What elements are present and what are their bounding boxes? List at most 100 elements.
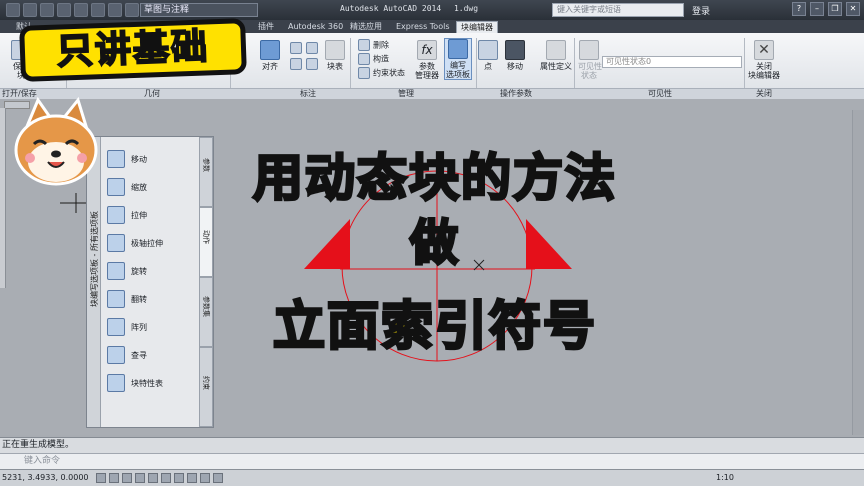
attribute-definition-button[interactable]: 属性定义: [538, 40, 574, 71]
delete-button[interactable]: 删除: [358, 39, 389, 52]
status-bar: 5231, 3.4933, 0.0000 1:10: [0, 469, 864, 486]
visibility-state-button[interactable]: 可见性 状态: [578, 40, 602, 80]
overlay-title-line-2: 做: [408, 214, 460, 273]
ortho-mode-icon[interactable]: [122, 473, 132, 483]
group-label-geometry[interactable]: 几何: [144, 89, 160, 99]
construct-button[interactable]: 构造: [358, 53, 389, 66]
app-title: Autodesk AutoCAD 2014 1.dwg: [340, 4, 486, 13]
group-label-action-params[interactable]: 操作参数: [500, 89, 532, 99]
visibility-state-select[interactable]: 可见性状态0: [602, 56, 742, 68]
constraint-state-button[interactable]: 约束状态: [358, 67, 405, 80]
palette-item-move[interactable]: 移动: [107, 145, 199, 173]
object-snap-tracking-icon[interactable]: [174, 473, 184, 483]
close-block-editor-label: 关闭 块编辑器: [748, 62, 780, 80]
visibility-state-icon: [579, 40, 599, 60]
attribute-tag-icon: [546, 40, 566, 60]
tab-express-tools[interactable]: Express Tools: [392, 21, 454, 33]
move-button[interactable]: 移动: [504, 40, 526, 71]
app-menu-icon[interactable]: [6, 3, 20, 17]
group-label-dimension[interactable]: 标注: [300, 89, 316, 99]
workspace-select[interactable]: 草图与注释: [140, 3, 258, 17]
dynamic-input-icon[interactable]: [200, 473, 210, 483]
dim-icon-2[interactable]: [306, 42, 318, 54]
autocad-window: 草图与注释 Autodesk AutoCAD 2014 1.dwg 键入关键字或…: [0, 0, 864, 486]
dim-icon-1[interactable]: [290, 42, 302, 54]
snap-mode-icon[interactable]: [96, 473, 106, 483]
restore-icon[interactable]: ❐: [828, 2, 842, 16]
new-icon[interactable]: [23, 3, 37, 17]
save-as-icon[interactable]: [74, 3, 88, 17]
point-label: 点: [484, 62, 492, 71]
group-label-manage[interactable]: 管理: [398, 89, 414, 99]
palette-item-block-table[interactable]: 块特性表: [107, 369, 199, 397]
palette-item-polar-stretch[interactable]: 极轴拉伸: [107, 229, 199, 257]
dog-blush-right: [77, 153, 87, 163]
close-icon[interactable]: ✕: [846, 2, 860, 16]
tab-autodesk-360[interactable]: Autodesk 360: [284, 21, 347, 33]
dim-icon-4[interactable]: [306, 58, 318, 70]
group-label-close[interactable]: 关闭: [756, 89, 772, 99]
palette-item-array[interactable]: 阵列: [107, 313, 199, 341]
block-table-action-icon: [107, 374, 125, 392]
ribbon-group-labels: 打开/保存 几何 标注 管理 操作参数 可见性 关闭: [0, 88, 864, 99]
palette-item-flip[interactable]: 翻转: [107, 285, 199, 313]
align-label: 对齐: [262, 62, 278, 71]
tab-plugins[interactable]: 插件: [254, 21, 278, 33]
grid-mode-icon[interactable]: [109, 473, 119, 483]
palette-item-stretch[interactable]: 拉伸: [107, 201, 199, 229]
search-input[interactable]: 键入关键字或短语: [552, 3, 684, 17]
quick-access-toolbar: [6, 3, 139, 17]
annotation-scale[interactable]: 1:10: [716, 470, 734, 486]
open-icon[interactable]: [40, 3, 54, 17]
tab-featured-apps[interactable]: 精选应用: [346, 21, 386, 33]
close-block-editor-button[interactable]: ✕ 关闭 块编辑器: [748, 40, 780, 80]
construct-icon: [358, 53, 370, 65]
palette-item-scale[interactable]: 缩放: [107, 173, 199, 201]
title-bar: 草图与注释 Autodesk AutoCAD 2014 1.dwg 键入关键字或…: [0, 0, 864, 20]
point-button[interactable]: 点: [478, 40, 498, 71]
tab-block-editor[interactable]: 块编辑器: [456, 21, 498, 33]
array-action-icon: [107, 318, 125, 336]
plot-icon[interactable]: [91, 3, 105, 17]
redo-icon[interactable]: [125, 3, 139, 17]
help-icon[interactable]: ?: [792, 2, 806, 16]
palette-item-rotate[interactable]: 旋转: [107, 257, 199, 285]
block-authoring-palette: 块编写选项板 - 所有选项板 移动 缩放 拉伸 极轴拉伸 旋转 翻转 阵列 查寻…: [86, 136, 214, 428]
undo-icon[interactable]: [108, 3, 122, 17]
overlay-title-line-3: 立面索引符号: [271, 296, 597, 359]
3d-object-snap-icon[interactable]: [161, 473, 171, 483]
lookup-action-icon: [107, 346, 125, 364]
ucs-icon[interactable]: [187, 473, 197, 483]
object-snap-icon[interactable]: [148, 473, 158, 483]
coordinates-readout[interactable]: 5231, 3.4933, 0.0000: [2, 470, 89, 486]
login-link[interactable]: 登录: [692, 4, 710, 17]
authoring-palettes-button[interactable]: 编写 选项板: [444, 38, 472, 80]
authoring-palettes-label: 编写 选项板: [446, 61, 470, 79]
point-icon: [478, 40, 498, 60]
palette-item-label: 极轴拉伸: [131, 238, 163, 248]
block-table-icon: [325, 40, 345, 60]
palette-item-lookup[interactable]: 查寻: [107, 341, 199, 369]
minimize-icon[interactable]: –: [810, 2, 824, 16]
overlay-title-line-1: 用动态块的方法: [252, 148, 617, 209]
close-editor-icon: ✕: [754, 40, 774, 60]
group-label-visibility[interactable]: 可见性: [648, 89, 672, 99]
palette-item-label: 缩放: [131, 182, 147, 192]
block-table-button[interactable]: 块表: [322, 40, 348, 71]
app-name: Autodesk AutoCAD 2014: [340, 4, 442, 13]
save-icon[interactable]: [57, 3, 71, 17]
badge-text: 只讲基础: [55, 25, 210, 73]
window-controls: ? – ❐ ✕: [792, 2, 860, 16]
dim-icon-3[interactable]: [290, 58, 302, 70]
polar-tracking-icon[interactable]: [135, 473, 145, 483]
palette-tab-constraints[interactable]: 约束: [199, 347, 213, 427]
param-manager-label: 参数 管理器: [415, 62, 439, 80]
lineweight-icon[interactable]: [213, 473, 223, 483]
palette-title: 块编写选项板 - 所有选项板: [90, 211, 99, 307]
command-input[interactable]: 键入命令: [0, 453, 864, 469]
param-manager-button[interactable]: fx 参数 管理器: [412, 40, 442, 80]
palette-item-label: 移动: [131, 154, 147, 164]
constraint-state-icon: [358, 67, 370, 79]
align-button[interactable]: 对齐: [256, 40, 284, 71]
rotate-action-icon: [107, 262, 125, 280]
